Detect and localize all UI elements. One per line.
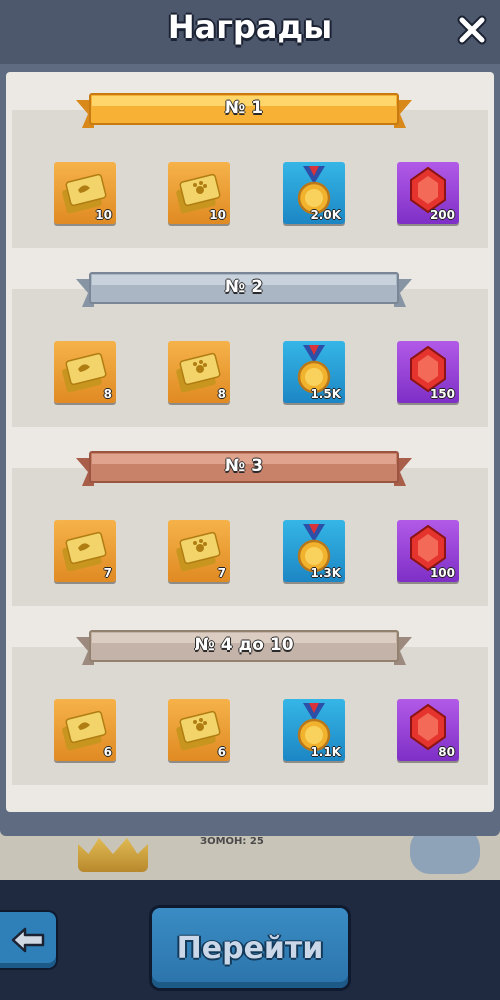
go-button[interactable]: Перейти (152, 908, 348, 988)
tier-2-label: № 2 (224, 277, 264, 297)
tier-2-ribbon: № 2 (76, 271, 412, 309)
reward-gem[interactable]: 80 (397, 699, 459, 761)
reward-count: 1.5K (310, 387, 341, 401)
rewards-modal: Награды № 1 10 10 2.0K 200 № 2 8 8 1.5K … (0, 0, 500, 836)
back-arrow-icon (11, 927, 45, 953)
reward-medal[interactable]: 1.1K (283, 699, 345, 761)
reward-count: 8 (103, 387, 112, 401)
reward-count: 1.1K (310, 745, 341, 759)
back-button[interactable] (0, 912, 56, 968)
reward-count: 80 (438, 745, 455, 759)
reward-winged-ticket[interactable]: 10 (54, 162, 116, 224)
reward-winged-ticket[interactable]: 6 (54, 699, 116, 761)
reward-count: 150 (429, 387, 455, 401)
reward-count: 2.0K (310, 208, 341, 222)
reward-paw-ticket[interactable]: 7 (168, 520, 230, 582)
reward-paw-ticket[interactable]: 6 (168, 699, 230, 761)
tier-1-label: № 1 (224, 98, 264, 118)
reward-paw-ticket[interactable]: 8 (168, 341, 230, 403)
tier-3-ribbon: № 3 (76, 450, 412, 488)
reward-count: 6 (217, 745, 226, 759)
tier-1-ribbon: № 1 (76, 92, 412, 130)
reward-count: 100 (429, 566, 455, 580)
reward-count: 10 (95, 208, 112, 222)
reward-count: 7 (217, 566, 226, 580)
go-button-label: Перейти (176, 930, 324, 966)
modal-title: Награды (167, 8, 333, 46)
reward-count: 8 (217, 387, 226, 401)
reward-gem[interactable]: 150 (397, 341, 459, 403)
reward-count: 200 (429, 208, 455, 222)
close-icon (457, 15, 487, 45)
tier-4-10-ribbon: № 4 до 10 (76, 629, 412, 667)
rewards-list[interactable]: № 1 10 10 2.0K 200 № 2 8 8 1.5K 150 № 3 … (6, 72, 494, 812)
reward-medal[interactable]: 1.3K (283, 520, 345, 582)
reward-count: 7 (103, 566, 112, 580)
reward-medal[interactable]: 2.0K (283, 162, 345, 224)
close-button[interactable] (454, 12, 490, 48)
reward-count: 6 (103, 745, 112, 759)
background-text: ЗОМОН: 25 (200, 836, 264, 847)
reward-gem[interactable]: 200 (397, 162, 459, 224)
reward-count: 1.3K (310, 566, 341, 580)
reward-medal[interactable]: 1.5K (283, 341, 345, 403)
crown-icon (78, 838, 148, 872)
reward-gem[interactable]: 100 (397, 520, 459, 582)
tier-3-label: № 3 (224, 456, 264, 476)
reward-count: 10 (209, 208, 226, 222)
reward-winged-ticket[interactable]: 7 (54, 520, 116, 582)
tier-4-10-label: № 4 до 10 (194, 635, 294, 655)
reward-winged-ticket[interactable]: 8 (54, 341, 116, 403)
reward-paw-ticket[interactable]: 10 (168, 162, 230, 224)
